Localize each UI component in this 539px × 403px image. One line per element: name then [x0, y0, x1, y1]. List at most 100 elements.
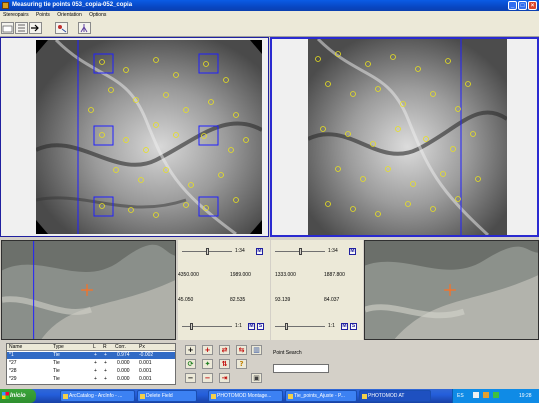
col-px[interactable]: Px [139, 344, 145, 351]
remove-point-red-button[interactable]: − [202, 373, 213, 383]
menu-options[interactable]: Options [86, 11, 109, 20]
next-icon [31, 24, 39, 32]
zoom-slider-thumb-top-right[interactable] [299, 248, 302, 255]
table-row[interactable]: *28 Tie + + 0.000 0.001 [7, 368, 175, 375]
value-a-right: 93.139 [275, 297, 291, 303]
cell-r: + [104, 376, 107, 382]
help-icon[interactable]: ? [236, 359, 247, 369]
cell-corr: 0.000 [117, 360, 130, 366]
next-button[interactable] [29, 22, 42, 34]
cell-l: + [94, 360, 97, 366]
refresh-icon[interactable]: ⟳ [185, 359, 196, 369]
right-image-panel[interactable] [270, 37, 539, 237]
coord-x-right: 1333.000 [275, 272, 296, 278]
language-indicator[interactable]: ES [457, 393, 464, 399]
task-label: Tie_points_Ajuste - P... [294, 393, 345, 399]
table-row[interactable]: *27 Tie + + 0.000 0.001 [7, 360, 175, 367]
tray-app-icon[interactable] [483, 392, 489, 398]
cell-corr: 0.000 [117, 368, 130, 374]
value-b-right: 84.037 [324, 297, 340, 303]
cell-corr: 0.974 [117, 352, 130, 358]
cell-name: *1 [9, 352, 14, 358]
task-arccatalog[interactable]: ArcCatalog - ArcInfo - ... [60, 390, 135, 402]
start-button[interactable]: Inicio [0, 389, 36, 403]
tray-status-icon[interactable] [493, 392, 499, 398]
m-button-top-right[interactable]: M [349, 248, 356, 255]
cell-name: *29 [9, 376, 17, 382]
cell-l: + [94, 376, 97, 382]
window-icon [288, 394, 293, 399]
menu-bar: Stereopairs Points Orientation Options [0, 11, 539, 20]
point-search-input[interactable] [273, 364, 329, 373]
task-label: Delete Field [146, 393, 173, 399]
taskbar: Inicio ArcCatalog - ArcInfo - ... Delete… [0, 389, 539, 403]
col-type[interactable]: Type [53, 344, 64, 351]
tripod-button[interactable] [78, 22, 91, 34]
right-zoom-canvas [365, 241, 538, 339]
cell-r: + [104, 368, 107, 374]
add-point-red-button[interactable]: + [202, 345, 213, 355]
title-bar: Measuring tie points 053_copia-052_copia… [0, 0, 539, 11]
remove-point-button[interactable]: − [185, 373, 196, 383]
col-r[interactable]: R [103, 344, 107, 351]
right-zoom-view[interactable] [364, 240, 539, 340]
open-icon [2, 25, 13, 33]
task-tie-points[interactable]: Tie_points_Ajuste - P... [285, 390, 357, 402]
task-montage[interactable]: PHOTOMOD Montage... [208, 390, 283, 402]
col-corr[interactable]: Corr. [115, 344, 126, 351]
task-delete-field[interactable]: Delete Field [137, 390, 197, 402]
settings-icon[interactable]: ▣ [251, 373, 262, 383]
zoom-level-bottom-right: 1:1 [328, 323, 335, 329]
delete-link-icon[interactable]: ⇥ [219, 373, 230, 383]
col-l[interactable]: L [93, 344, 96, 351]
minimize-button[interactable]: _ [508, 1, 517, 10]
list-button[interactable] [15, 22, 28, 34]
network-icon[interactable] [473, 392, 479, 398]
left-aerial-photo[interactable] [36, 40, 262, 234]
add-point-button[interactable]: + [185, 345, 196, 355]
zoom-level-top-right: 1:34 [328, 248, 338, 254]
measure-button[interactable] [55, 22, 68, 34]
cell-type: Tie [53, 352, 60, 358]
table-row[interactable]: *1 Tie + + 0.974 -0.002 [7, 352, 175, 359]
zoom-slider-thumb-bottom-right[interactable] [285, 323, 288, 330]
maximize-button[interactable]: □ [518, 1, 527, 10]
left-photo-canvas [36, 40, 262, 234]
swap-icon[interactable]: ⇅ [219, 359, 230, 369]
close-button[interactable]: × [528, 1, 537, 10]
m-button-bottom-right[interactable]: M [341, 323, 348, 330]
left-zoom-view[interactable] [1, 240, 176, 340]
m-button-bottom-left[interactable]: M [248, 323, 255, 330]
tripod-icon [80, 24, 88, 33]
col-name[interactable]: Name [9, 344, 22, 351]
cell-px: 0.001 [139, 360, 152, 366]
zoom-slider-thumb-bottom-left[interactable] [190, 323, 193, 330]
menu-orientation[interactable]: Orientation [54, 11, 84, 20]
right-photo-canvas [308, 39, 507, 235]
start-label: Inicio [10, 393, 26, 399]
cell-r: + [104, 352, 107, 358]
measure-icon [58, 25, 67, 33]
cell-type: Tie [53, 376, 60, 382]
zoom-slider-thumb-top-left[interactable] [206, 248, 209, 255]
zoom-level-top-left: 1:34 [235, 248, 245, 254]
m-button-top-left[interactable]: M [256, 248, 263, 255]
move-point-icon[interactable]: ⇄ [219, 345, 230, 355]
right-controls: 1:34 M 1333.000 1887.800 93.139 84.037 1… [271, 240, 363, 340]
s-button-bottom-left[interactable]: S [257, 323, 264, 330]
table-row[interactable]: *29 Tie + + 0.000 0.001 [7, 376, 175, 383]
left-image-panel[interactable] [0, 37, 269, 237]
open-button[interactable] [1, 22, 14, 34]
zoom-level-bottom-left: 1:1 [235, 323, 242, 329]
task-photomod-at[interactable]: PHOTOMOD AT [359, 390, 431, 402]
coord-x-left: 4350.000 [178, 272, 199, 278]
zoom-slider-bottom-right[interactable] [275, 326, 325, 327]
transfer-icon[interactable]: ⇆ [236, 345, 247, 355]
chart-icon[interactable]: ▥ [251, 345, 262, 355]
menu-stereopairs[interactable]: Stereopairs [0, 11, 32, 20]
coord-y-right: 1887.800 [324, 272, 345, 278]
s-button-bottom-right[interactable]: S [350, 323, 357, 330]
right-aerial-photo[interactable] [308, 39, 507, 235]
auto-measure-icon[interactable]: ✦ [202, 359, 213, 369]
menu-points[interactable]: Points [33, 11, 53, 20]
